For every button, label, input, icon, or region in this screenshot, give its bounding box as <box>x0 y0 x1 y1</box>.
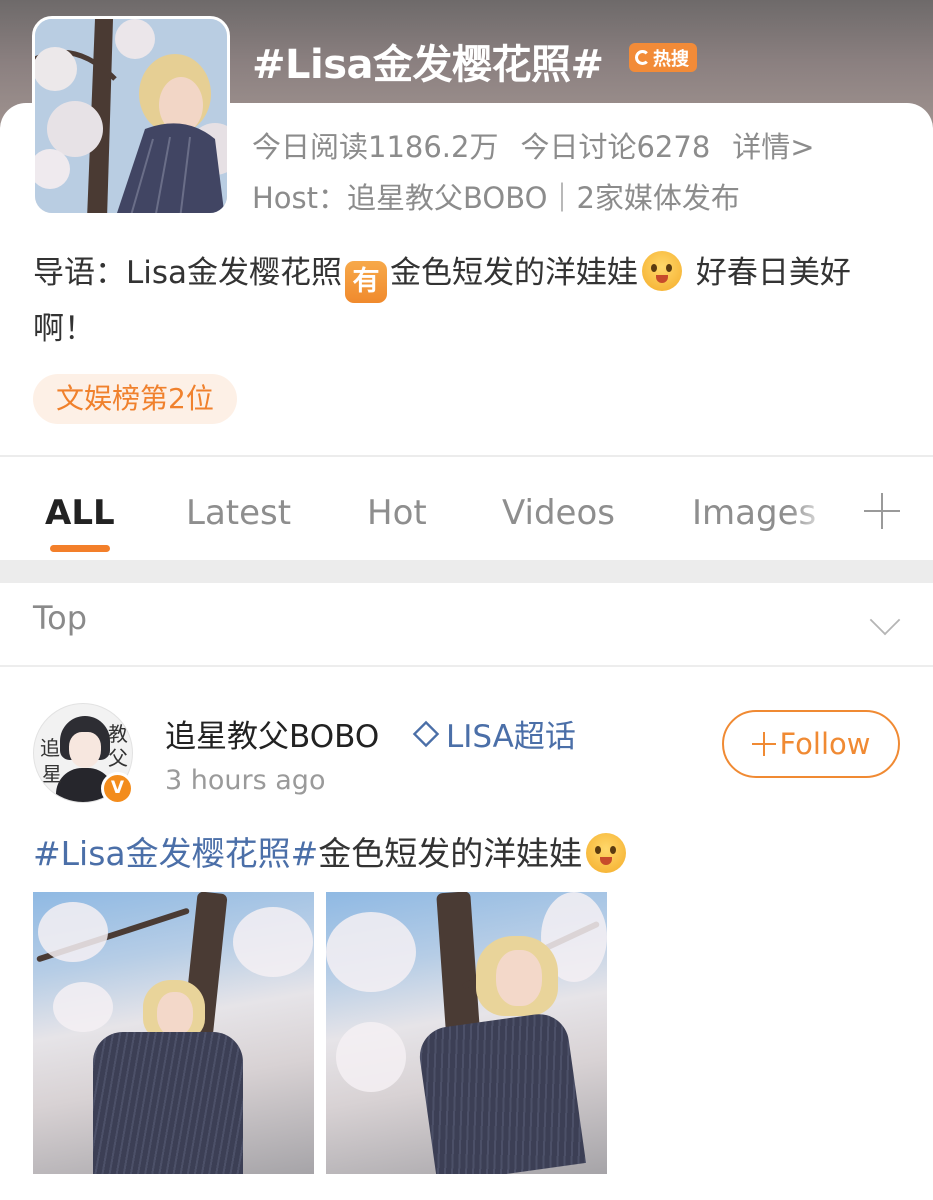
hot-search-badge: 热搜 <box>629 43 697 72</box>
intro-middle: 金色短发的洋娃娃 <box>390 255 639 291</box>
sort-row[interactable]: Top <box>0 583 933 667</box>
follow-label: Follow <box>779 727 871 761</box>
tab-overflow-fade <box>790 477 840 547</box>
reaction-emoji-icon <box>586 833 627 873</box>
hot-badge-label: 热搜 <box>653 48 689 70</box>
avatar-glyph: 追 <box>40 736 60 760</box>
verified-badge-icon: V <box>101 772 134 805</box>
person-face <box>157 992 193 1036</box>
post-username[interactable]: 追星教父BOBO <box>165 711 379 756</box>
host-line[interactable]: Host：追星教父BOBO｜2家媒体发布 <box>252 175 740 217</box>
you-badge-icon: 有 <box>345 261 388 303</box>
blossom <box>38 902 108 962</box>
tab-hot[interactable]: Hot <box>367 493 427 533</box>
tab-latest[interactable]: Latest <box>186 493 291 533</box>
super-topic-link[interactable]: LISA超话 <box>412 711 576 756</box>
flame-icon <box>635 50 650 65</box>
topic-intro: 导语：Lisa金发樱花照有金色短发的洋娃娃 好春日美好啊！ <box>33 247 903 355</box>
topic-title: #Lisa金发樱花照# <box>252 42 604 88</box>
sort-label: Top <box>33 599 87 637</box>
read-count: 今日阅读1186.2万 <box>252 130 499 164</box>
intro-prefix: 导语：Lisa金发樱花照 <box>33 255 343 291</box>
blossom <box>326 912 416 992</box>
topic-stats: 今日阅读1186.2万 今日讨论6278 详情> <box>252 124 815 166</box>
avatar-glyph: 星 <box>42 762 62 786</box>
post-image-1[interactable] <box>33 892 314 1174</box>
diamond-icon <box>412 720 440 747</box>
section-separator <box>0 560 933 583</box>
discussion-count: 今日讨论6278 <box>520 130 711 164</box>
super-topic-label: LISA超话 <box>446 719 576 755</box>
person-jacket <box>416 1010 586 1174</box>
post-image-2[interactable] <box>326 892 607 1174</box>
details-link[interactable]: 详情> <box>732 124 814 166</box>
blossom <box>53 982 113 1032</box>
active-tab-indicator <box>50 545 110 552</box>
plus-icon <box>751 732 776 756</box>
post-body-text: 金色短发的洋娃娃 <box>318 834 583 873</box>
post-timestamp: 3 hours ago <box>165 765 326 796</box>
person-face <box>496 950 542 1006</box>
cover-photo-illustration <box>35 19 227 213</box>
reaction-emoji-icon <box>642 251 683 291</box>
tab-all[interactable]: ALL <box>45 493 115 533</box>
post-text: #Lisa金发樱花照#金色短发的洋娃娃 <box>33 827 630 875</box>
person-jacket <box>93 1032 243 1174</box>
blossom <box>336 1022 406 1092</box>
follow-button[interactable]: Follow <box>722 710 900 778</box>
avatar-glyph: 父 <box>108 746 128 770</box>
avatar-face <box>69 732 101 768</box>
ranking-tag[interactable]: 文娱榜第2位 <box>33 374 237 424</box>
tab-videos[interactable]: Videos <box>502 493 615 533</box>
post-hashtag[interactable]: #Lisa金发樱花照# <box>33 834 318 873</box>
topic-cover-image[interactable] <box>32 16 230 216</box>
feed-tabs: ALL Latest Hot Videos Images <box>0 457 933 560</box>
chevron-down-icon[interactable] <box>869 604 901 636</box>
add-tab-plus-icon[interactable] <box>864 493 900 529</box>
blossom <box>233 907 313 977</box>
